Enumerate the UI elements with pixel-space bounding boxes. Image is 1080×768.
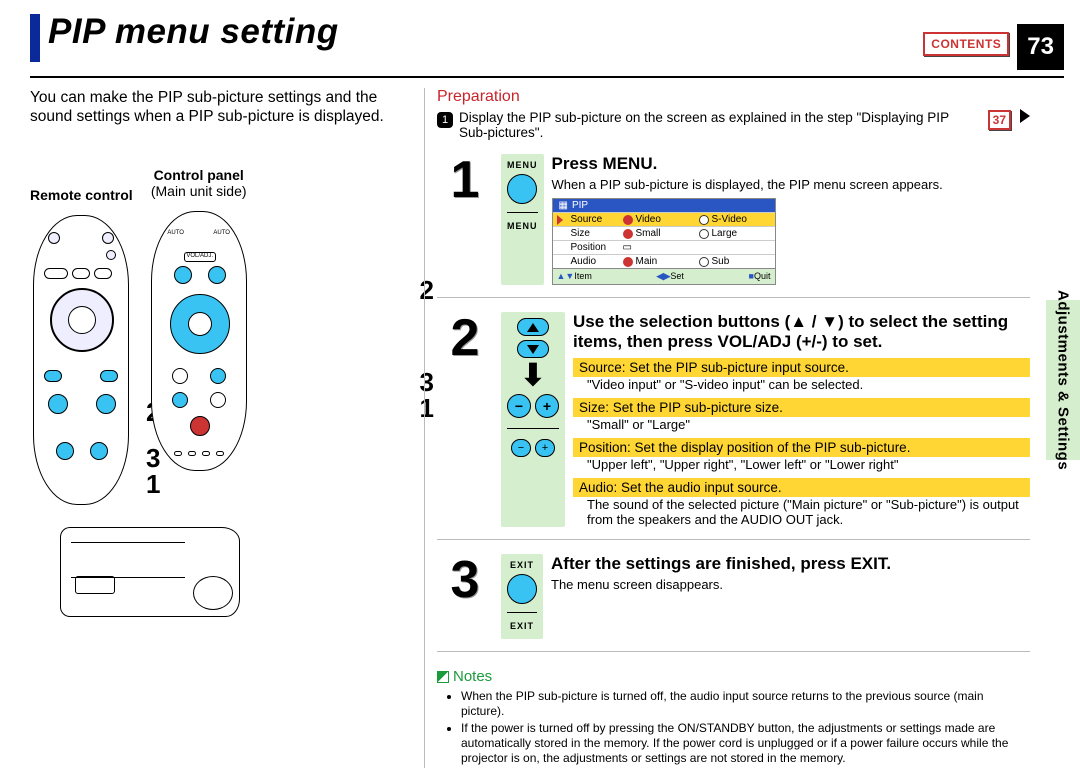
title-accent-bar — [30, 14, 40, 62]
pip-footer-item: Item — [574, 271, 592, 281]
pip-row-size-opt1[interactable]: Small — [623, 228, 695, 239]
step-3-exit-label-top: EXIT — [510, 560, 534, 570]
pip-footer-quit: Quit — [754, 271, 771, 281]
step-2-audio-bar: Audio: Set the audio input source. — [573, 478, 1030, 497]
step-1-menu-label-bottom: MENU — [507, 221, 538, 231]
remote-control-illustration — [33, 215, 129, 505]
step-3-number: 3 — [451, 554, 480, 606]
control-panel-illustration: AUTO AUTO VOL/ADJ. — [151, 211, 247, 471]
control-panel-sublabel: (Main unit side) — [151, 183, 247, 199]
notes-heading-text: Notes — [453, 668, 492, 685]
step-2-size-note: "Small" or "Large" — [587, 417, 1030, 432]
vol-minus-button-icon[interactable]: − — [507, 394, 531, 418]
section-tab-line1: Adjustments & — [1055, 290, 1072, 402]
menu-button-icon[interactable] — [507, 174, 537, 204]
pip-row-audio-opt1[interactable]: Main — [623, 256, 695, 267]
reference-arrow-icon — [1020, 109, 1030, 123]
step-3-button-graphic: EXIT EXIT — [501, 554, 543, 639]
pip-row-position-opt[interactable]: ▭ — [623, 242, 695, 253]
pip-row-audio-opt2[interactable]: Sub — [699, 256, 771, 267]
exit-button-icon[interactable] — [507, 574, 537, 604]
pip-menu-screenshot: ▦ PIP Source Video S-Video Size Small Lar… — [552, 198, 776, 285]
note-item-2: If the power is turned off by pressing t… — [461, 721, 1030, 766]
nav-down-button-icon[interactable] — [517, 340, 549, 358]
step-2-position-note: "Upper left", "Upper right", "Lower left… — [587, 457, 1030, 472]
remote-control-label: Remote control — [30, 187, 133, 203]
pip-row-size-opt2[interactable]: Large — [699, 228, 771, 239]
section-tab-line2: Settings — [1055, 407, 1072, 470]
step-3-sub: The menu screen disappears. — [551, 577, 1030, 592]
pip-row-audio-label: Audio — [571, 256, 619, 267]
step-2-button-graphic: ⬇ − + − + — [501, 312, 565, 527]
pip-row-source-label: Source — [571, 214, 619, 225]
step-2-position-bar: Position: Set the display position of th… — [573, 438, 1030, 457]
flow-arrow-icon: ⬇ — [520, 364, 545, 388]
projector-illustration — [60, 527, 240, 617]
preparation-text: Display the PIP sub-picture on the scree… — [459, 110, 978, 140]
cp-plus-button-icon[interactable]: + — [535, 439, 555, 457]
notes-icon — [437, 671, 449, 683]
preparation-ref-link[interactable]: 37 — [988, 110, 1011, 130]
notes-heading: Notes — [437, 668, 1030, 685]
page-number: 73 — [1017, 24, 1064, 70]
step-1-menu-label-top: MENU — [507, 160, 538, 170]
pip-row-source-opt2[interactable]: S-Video — [699, 214, 771, 225]
page-title: PIP menu setting — [48, 14, 339, 49]
pip-menu-title-icon: ▦ — [559, 200, 568, 211]
step-1-number: 1 — [451, 154, 480, 206]
nav-up-button-icon[interactable] — [517, 318, 549, 336]
pip-row-size-label: Size — [571, 228, 619, 239]
preparation-heading: Preparation — [437, 88, 1030, 106]
vol-plus-button-icon[interactable]: + — [535, 394, 559, 418]
preparation-bullet-icon: 1 — [437, 112, 453, 128]
step-2-number: 2 — [451, 312, 480, 364]
pip-menu-title: PIP — [572, 200, 588, 211]
control-panel-label: Control panel — [154, 167, 244, 183]
step-1-button-graphic: MENU MENU — [501, 154, 544, 285]
pip-footer-set: Set — [670, 271, 684, 281]
title-underline — [30, 76, 1064, 78]
step-1-sub: When a PIP sub-picture is displayed, the… — [552, 177, 1031, 192]
step-2-size-bar: Size: Set the PIP sub-picture size. — [573, 398, 1030, 417]
cp-minus-button-icon[interactable]: − — [511, 439, 531, 457]
contents-button[interactable]: CONTENTS — [923, 32, 1009, 56]
step-2-audio-note: The sound of the selected picture ("Main… — [587, 497, 1030, 527]
step-3-heading: After the settings are finished, press E… — [551, 554, 1030, 574]
note-item-1: When the PIP sub-picture is turned off, … — [461, 689, 1030, 719]
step-1-heading: Press MENU. — [552, 154, 1031, 174]
remote-marker-1: 1 — [146, 469, 160, 500]
step-2-source-bar: Source: Set the PIP sub-picture input so… — [573, 358, 1030, 377]
step-3-exit-label-bottom: EXIT — [510, 621, 534, 631]
step-2-source-note: "Video input" or "S-video input" can be … — [587, 377, 1030, 392]
pip-row-cursor-icon — [557, 215, 563, 225]
pip-row-source-opt1[interactable]: Video — [623, 214, 695, 225]
pip-row-position-label: Position — [571, 242, 619, 253]
section-tab: Adjustments & Settings — [1046, 300, 1080, 460]
step-2-heading: Use the selection buttons (▲ / ▼) to sel… — [573, 312, 1030, 352]
intro-text: You can make the PIP sub-picture setting… — [30, 88, 408, 127]
